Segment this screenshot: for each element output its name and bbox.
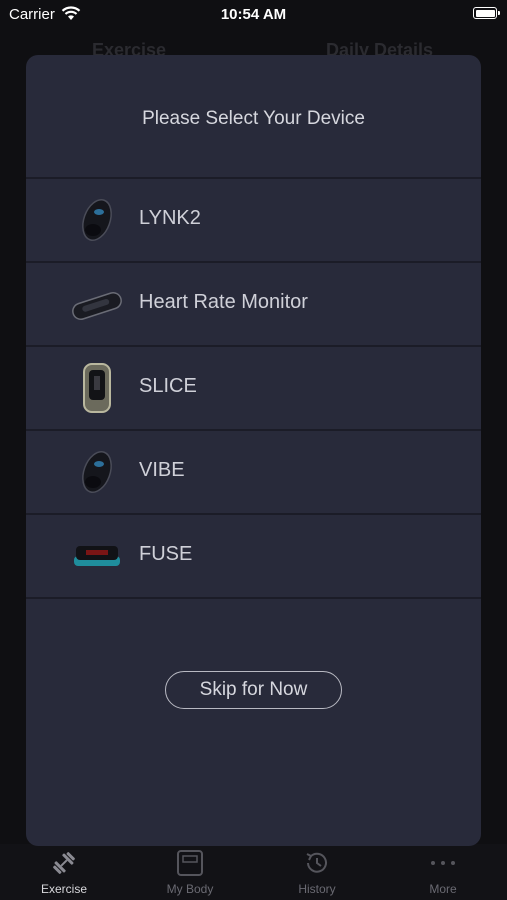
tab-my-body-label: My Body <box>166 882 214 896</box>
history-clock-icon <box>306 852 327 873</box>
device-label: SLICE <box>139 375 197 397</box>
device-label: FUSE <box>139 543 193 565</box>
fuse-device-icon <box>74 546 120 566</box>
tab-exercise-label: Exercise <box>40 882 87 896</box>
device-row-slice[interactable]: SLICE <box>26 345 481 429</box>
tab-history[interactable]: History <box>267 848 367 898</box>
device-row-heart-rate-monitor[interactable]: Heart Rate Monitor <box>26 261 481 345</box>
vibe-device-icon <box>82 451 112 493</box>
dumbbell-icon <box>53 852 75 874</box>
device-label: Heart Rate Monitor <box>139 291 308 313</box>
device-row-fuse[interactable]: FUSE <box>26 513 481 599</box>
device-row-vibe[interactable]: VIBE <box>26 429 481 513</box>
status-bar: Carrier 10:54 AM <box>0 0 507 30</box>
tab-history-label: History <box>298 882 336 896</box>
device-label: VIBE <box>139 459 185 481</box>
modal-title: Please Select Your Device <box>142 108 365 129</box>
tab-more-label: More <box>429 882 457 896</box>
tab-my-body[interactable]: My Body <box>140 848 240 898</box>
clock: 10:54 AM <box>220 6 287 23</box>
battery-icon <box>473 7 500 19</box>
skip-for-now-button[interactable]: Skip for Now <box>165 671 342 709</box>
slice-device-icon <box>83 363 111 413</box>
more-dots-icon <box>431 861 455 865</box>
tab-more[interactable]: More <box>393 848 493 898</box>
heart-rate-monitor-icon <box>72 291 122 321</box>
device-row-lynk2[interactable]: LYNK2 <box>26 177 481 261</box>
tab-bar: Exercise My Body History More <box>0 844 507 900</box>
device-select-modal: Please Select Your Device LYNK2 Heart Ra… <box>26 55 481 846</box>
device-list: LYNK2 Heart Rate Monitor SLICE VIBE FUSE <box>26 177 481 599</box>
lynk2-device-icon <box>82 199 112 241</box>
scale-icon <box>177 850 203 876</box>
tab-exercise[interactable]: Exercise <box>14 848 114 898</box>
device-label: LYNK2 <box>139 207 201 229</box>
